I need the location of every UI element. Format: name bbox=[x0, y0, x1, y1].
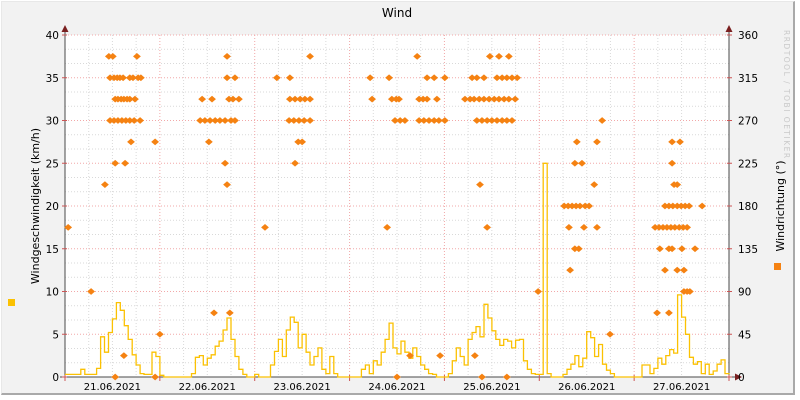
y-left-tick-label: 20 bbox=[46, 201, 59, 213]
y-right-tick-label: 360 bbox=[738, 30, 758, 42]
x-tick-label: 27.06.2021 bbox=[653, 382, 710, 393]
legend-speed-swatch bbox=[8, 299, 15, 306]
y-right-tick-label: 180 bbox=[738, 201, 758, 213]
x-tick-label: 26.06.2021 bbox=[558, 382, 615, 393]
y-left-tick-label: 30 bbox=[46, 116, 59, 128]
y-right-tick-label: 45 bbox=[738, 329, 751, 341]
y-tick-labels-right: 0 45 90 135 180 225 270 315 360 bbox=[738, 30, 758, 384]
y-right-tick-label: 90 bbox=[738, 287, 751, 299]
chart-plot: 0 5 10 15 20 25 30 35 40 0 45 90 135 180 225 270 315 360 2… bbox=[46, 25, 758, 393]
y-left-tick-label: 40 bbox=[46, 30, 59, 42]
y-right-tick-label: 270 bbox=[738, 116, 758, 128]
x-tick-label: 21.06.2021 bbox=[84, 382, 141, 393]
y-right-tick-label: 225 bbox=[738, 158, 758, 170]
legend-direction-swatch bbox=[774, 263, 781, 270]
rrdtool-watermark: RRDTOOL / TOBI OETIKER bbox=[782, 30, 791, 160]
chart-surface: 0 5 10 15 20 25 30 35 40 0 45 90 135 180 225 270 315 360 2… bbox=[1, 1, 795, 395]
x-tick-label: 22.06.2021 bbox=[179, 382, 236, 393]
x-tick-label: 23.06.2021 bbox=[274, 382, 331, 393]
x-tick-labels: 21.06.2021 22.06.2021 23.06.2021 24.06.2021… bbox=[84, 382, 710, 393]
y-left-tick-label: 0 bbox=[52, 372, 59, 384]
y-left-tick-label: 10 bbox=[46, 287, 59, 299]
y-left-tick-label: 15 bbox=[46, 244, 59, 256]
x-tick-label: 24.06.2021 bbox=[368, 382, 425, 393]
x-tick-label: 25.06.2021 bbox=[463, 382, 520, 393]
chart-title: Wind bbox=[381, 6, 413, 20]
y-axis-label-left: Windgeschwindigkeit (km/h) bbox=[29, 127, 42, 285]
y-right-tick-label: 0 bbox=[738, 372, 745, 384]
y-right-tick-label: 315 bbox=[738, 73, 758, 85]
chart-window: 0 5 10 15 20 25 30 35 40 0 45 90 135 180 225 270 315 360 2… bbox=[0, 0, 800, 400]
y-tick-labels-left: 0 5 10 15 20 25 30 35 40 bbox=[46, 30, 59, 384]
y-left-tick-label: 25 bbox=[46, 158, 59, 170]
y-right-tick-label: 135 bbox=[738, 244, 758, 256]
y-left-tick-label: 5 bbox=[52, 329, 59, 341]
y-left-tick-label: 35 bbox=[46, 73, 59, 85]
